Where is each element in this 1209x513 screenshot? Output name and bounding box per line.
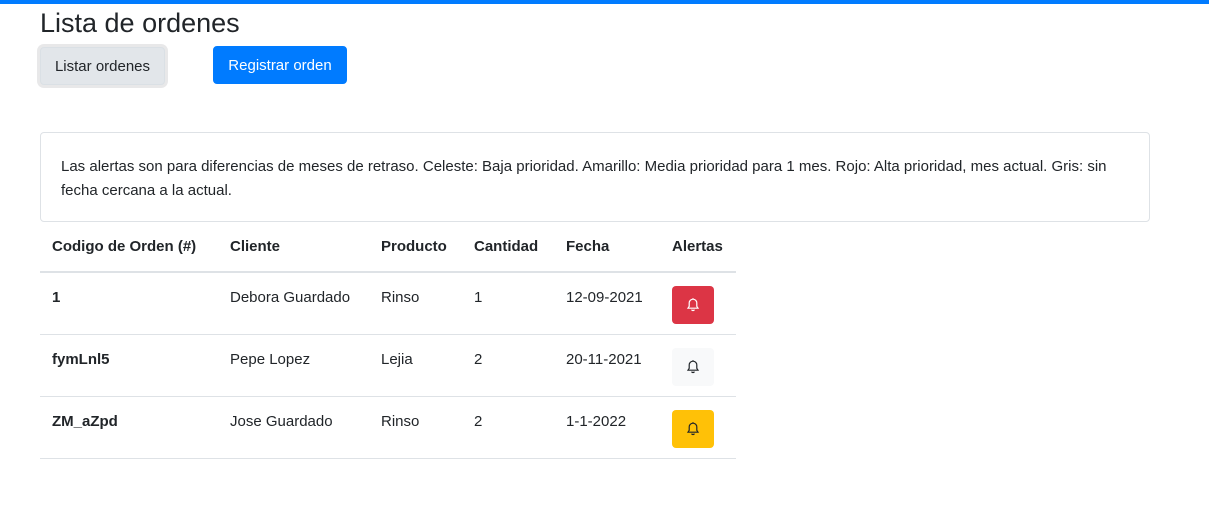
product-cell: Lejia bbox=[369, 334, 462, 397]
orders-table: Codigo de Orden (#) Cliente Producto Can… bbox=[40, 222, 736, 459]
date-cell: 12-09-2021 bbox=[554, 272, 660, 335]
header-alerts: Alertas bbox=[660, 222, 736, 273]
page-title: Lista de ordenes bbox=[40, 8, 240, 38]
client-cell: Debora Guardado bbox=[218, 272, 369, 335]
header-order-code: Codigo de Orden (#) bbox=[40, 222, 218, 273]
header-product: Producto bbox=[369, 222, 462, 273]
alert-yellow-button[interactable] bbox=[672, 409, 714, 448]
bell-icon bbox=[685, 421, 701, 437]
register-order-button[interactable]: Registrar orden bbox=[213, 46, 347, 84]
product-cell: Rinso bbox=[369, 396, 462, 459]
client-cell: Jose Guardado bbox=[218, 396, 369, 459]
alert-legend-text: Las alertas son para diferencias de mese… bbox=[61, 158, 1107, 199]
alert-gray-button[interactable] bbox=[672, 347, 714, 386]
table-row: fymLnl5 Pepe Lopez Lejia 2 20-11-2021 bbox=[40, 334, 736, 397]
date-cell: 1-1-2022 bbox=[554, 396, 660, 459]
bell-icon bbox=[685, 297, 701, 313]
client-cell: Pepe Lopez bbox=[218, 334, 369, 397]
table-header-row: Codigo de Orden (#) Cliente Producto Can… bbox=[40, 222, 736, 273]
top-accent-bar bbox=[0, 0, 1209, 4]
table-row: ZM_aZpd Jose Guardado Rinso 2 1-1-2022 bbox=[40, 396, 736, 459]
quantity-cell: 2 bbox=[462, 334, 554, 397]
alert-cell bbox=[660, 396, 736, 459]
list-orders-button[interactable]: Listar ordenes bbox=[40, 47, 165, 85]
date-cell: 20-11-2021 bbox=[554, 334, 660, 397]
header-date: Fecha bbox=[554, 222, 660, 273]
order-code-cell: fymLnl5 bbox=[40, 334, 218, 397]
table-row: 1 Debora Guardado Rinso 1 12-09-2021 bbox=[40, 272, 736, 335]
header-client: Cliente bbox=[218, 222, 369, 273]
product-cell: Rinso bbox=[369, 272, 462, 335]
quantity-cell: 2 bbox=[462, 396, 554, 459]
alert-cell bbox=[660, 334, 736, 397]
quantity-cell: 1 bbox=[462, 272, 554, 335]
alert-cell bbox=[660, 272, 736, 335]
bell-icon bbox=[685, 359, 701, 375]
order-code-cell: 1 bbox=[40, 272, 218, 335]
alert-legend-box: Las alertas son para diferencias de mese… bbox=[40, 132, 1150, 222]
order-code-cell: ZM_aZpd bbox=[40, 396, 218, 459]
header-quantity: Cantidad bbox=[462, 222, 554, 273]
alert-red-button[interactable] bbox=[672, 286, 714, 324]
